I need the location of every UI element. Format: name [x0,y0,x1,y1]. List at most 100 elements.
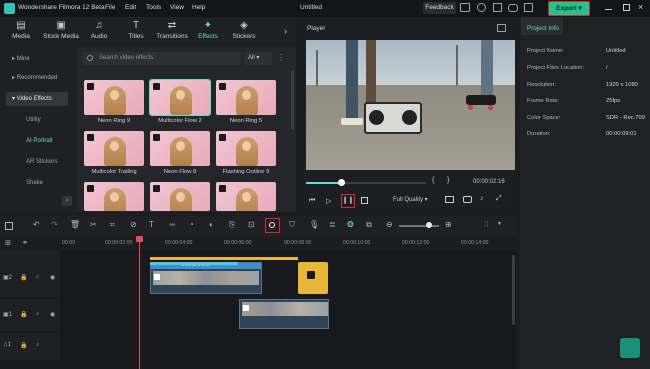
link-icon[interactable]: ⚭ [22,239,28,247]
effect-thumb-neon-ring-9[interactable] [84,80,144,115]
mark-in-icon[interactable]: { [432,177,434,184]
home-icon[interactable] [493,3,502,12]
sidebar-item-ai-portrait[interactable]: AI Portrait [20,134,72,148]
menu-file[interactable]: File [105,4,115,11]
lock-icon[interactable]: 🔒 [20,342,27,349]
effect-thumb-multicolor-trailing[interactable] [84,131,144,166]
redo-icon[interactable]: ↷ [51,220,58,229]
freeze-icon[interactable]: ⎘ [229,220,235,230]
zoom-slider[interactable] [399,225,439,227]
quality-select[interactable]: Full Quality ▾ [393,196,428,203]
tab-audio[interactable]: ♫ Audio [80,17,118,47]
cut-icon[interactable]: ✂ [90,220,97,229]
undo-icon[interactable]: ↶ [33,220,40,229]
cloud-icon[interactable] [508,4,518,12]
fullscreen-icon[interactable]: ⤢ [496,195,502,203]
color-icon[interactable]: ◐ [209,220,214,229]
minimize-icon[interactable] [605,9,612,10]
chevron-down-icon[interactable]: ▾ [498,220,501,227]
tag-icon[interactable]: ⊘ [130,220,137,229]
pause-button[interactable]: ❙❙ [341,194,355,208]
video-clip-bottom[interactable] [239,299,329,329]
mute-icon[interactable]: ♪ [36,274,39,280]
tab-stock-media[interactable]: ▣ Stock Media [42,17,80,47]
more-icon[interactable]: ⋮ [277,53,285,62]
timeline-playhead[interactable] [139,236,140,369]
shield-icon[interactable]: ⛉ [289,220,295,230]
camera-icon[interactable] [463,196,472,203]
lock-icon[interactable]: 🔒 [20,311,27,318]
eye-icon[interactable]: ◉ [50,311,55,318]
scrollbar[interactable] [291,70,294,130]
timeline-scrollbar[interactable] [512,255,515,325]
layout-icon[interactable] [460,3,470,12]
crop-icon[interactable]: ⌗ [110,220,115,230]
menu-view[interactable]: View [170,4,184,11]
account-icon[interactable] [477,3,486,12]
sidebar-item-ar-stickers[interactable]: AR Stickers [20,155,72,169]
menu-help[interactable]: Help [192,4,205,11]
info-value: Untitled [606,48,626,54]
effect-thumb-neon-ring-5[interactable] [216,80,276,115]
sidebar-item-video-effects[interactable]: ▾ Video Effects [6,92,68,106]
search-input[interactable]: Search video effects [83,52,241,65]
snapshot-icon[interactable] [497,24,506,32]
prev-frame-icon[interactable]: ⏮ [309,197,315,205]
lock-icon[interactable]: 🔒 [20,274,27,281]
display-icon[interactable] [445,196,454,203]
sidebar-item-utility[interactable]: Utility [20,113,72,127]
play-icon[interactable]: ▷ [326,197,331,205]
volume-icon[interactable]: ♪ [480,195,484,202]
tab-stickers[interactable]: ◈ Stickers [225,17,263,47]
delete-icon[interactable]: 🗑 [70,220,80,229]
text-icon[interactable]: T [149,220,154,229]
grid-icon[interactable] [5,222,13,230]
effect-clip[interactable] [298,262,328,294]
zoom-in-icon[interactable]: ⊕ [445,220,452,229]
zoom-handle[interactable] [426,222,432,228]
list-icon[interactable]: ≣ [329,220,336,229]
playhead-marker[interactable] [136,236,143,242]
effect-thumb[interactable] [216,182,276,211]
mic-icon[interactable]: 🎙 [309,220,319,229]
video-clip-top[interactable]: Normal 1.00x [150,262,262,294]
playhead-handle[interactable] [338,179,345,186]
maximize-icon[interactable] [623,4,630,11]
tab-effects[interactable]: ✦ Effects [189,17,227,47]
chevron-right-icon[interactable]: › [284,26,287,36]
tab-media[interactable]: ▤ Media [2,17,40,47]
collapse-sidebar-button[interactable]: ‹ [62,196,72,206]
add-track-icon[interactable]: ⊞ [5,239,11,247]
save-icon[interactable] [524,3,533,12]
effect-thumb[interactable] [84,182,144,211]
effect-thumb-neon-flow-8[interactable] [150,131,210,166]
snap-icon[interactable]: ❂ [347,220,354,229]
columns-icon[interactable]: ⁞⁞ [484,220,488,229]
mark-out-icon[interactable]: } [447,177,449,184]
effect-thumb-flashing-outline-9[interactable] [216,131,276,166]
filter-select[interactable]: All ▾ [244,52,272,65]
eye-icon[interactable]: ◉ [50,274,55,281]
effect-thumb[interactable] [150,182,210,211]
sidebar-item-recommended[interactable]: ▸ Recommended [6,71,68,85]
selection-range-bar[interactable] [150,257,298,260]
tab-transitions[interactable]: ⇄ Transitions [153,17,191,47]
sidebar-item-shake[interactable]: Shake [20,176,72,190]
sticker-icon[interactable]: ⊡ [248,220,255,229]
menu-tools[interactable]: Tools [146,4,161,11]
adjust-icon[interactable]: ⇹ [169,220,176,229]
zoom-out-icon[interactable]: ⊖ [386,220,393,229]
speed-icon[interactable]: ◔ [189,220,194,229]
stop-icon[interactable] [361,197,368,204]
sidebar-item-mine[interactable]: ▸ Mine [6,52,68,66]
layers-icon[interactable]: ⧉ [366,220,372,230]
mute-icon[interactable]: ♪ [36,311,39,317]
tab-titles[interactable]: T Titles [117,17,155,47]
feedback-button[interactable]: Feedback [423,2,456,14]
menu-edit[interactable]: Edit [125,4,136,11]
export-button[interactable]: Export ▾ [548,1,590,16]
close-icon[interactable]: × [638,2,643,12]
mute-icon[interactable]: ♪ [36,342,39,348]
render-preview-button[interactable] [265,218,280,233]
effect-thumb-multicolor-flow-2[interactable] [149,79,211,116]
